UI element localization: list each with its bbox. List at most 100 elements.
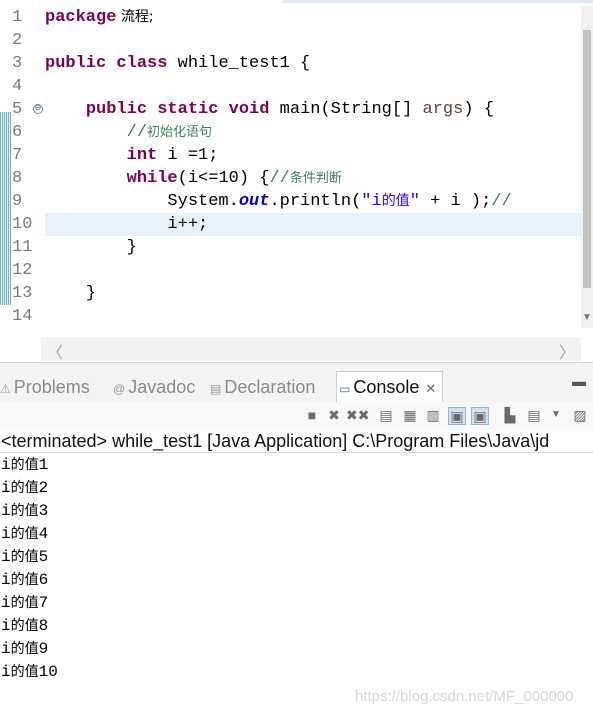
new-console-icon[interactable]: ▨ <box>572 407 588 423</box>
console-output-area[interactable]: <terminated> while_test1 [Java Applicati… <box>0 430 593 718</box>
tab-console[interactable]: ▭ Console ✕ <box>336 371 444 402</box>
tab-problems[interactable]: ⚠ Problems <box>0 375 90 399</box>
code-line-while[interactable]: while(i<=10) {//条件判断 <box>45 167 581 190</box>
code-line-close-brace[interactable]: } <box>45 282 581 305</box>
scroll-thumb[interactable] <box>583 30 591 288</box>
show-on-output-icon[interactable]: ▣ <box>448 407 466 425</box>
output-text: i <box>1 456 11 474</box>
code-text: i =1; <box>157 146 219 165</box>
line-number: 13 <box>12 284 33 303</box>
comment: // <box>126 123 148 142</box>
code-line-empty[interactable] <box>45 75 581 98</box>
comment: // <box>269 169 290 188</box>
output-text: 的值 <box>10 664 39 680</box>
string-literal: "i <box>361 192 382 211</box>
code-line-class[interactable]: public class while_test1 { <box>45 52 581 75</box>
code-line-empty[interactable] <box>45 259 581 282</box>
dropdown-icon[interactable]: ▼ <box>548 407 564 423</box>
show-on-error-icon[interactable]: ▣ <box>471 407 489 425</box>
output-text: i <box>1 617 11 635</box>
word-wrap-icon[interactable]: ▥ <box>425 407 441 423</box>
static-field: out <box>238 192 270 211</box>
output-number: 5 <box>38 548 49 566</box>
output-line: i的值6 <box>1 569 593 592</box>
output-text: i <box>1 479 11 497</box>
line-number: 9 <box>12 192 23 211</box>
scroll-right-icon[interactable]: 〉 <box>559 339 575 362</box>
code-line-println[interactable]: System.out.println("i的值" + i );// <box>45 190 581 213</box>
output-text: 的值 <box>10 572 39 588</box>
code-line-current[interactable]: i++; <box>45 213 581 236</box>
code-text: } <box>85 284 97 303</box>
keyword: while <box>126 169 178 188</box>
code-editor[interactable]: 1 2 3 4 5 ⊖ 6 7 8 9 10 11 12 13 14 packa… <box>0 0 593 362</box>
output-text: 的值 <box>10 641 39 657</box>
string-literal: " <box>409 192 420 211</box>
pin-console-icon[interactable]: ▙ <box>502 407 518 423</box>
scroll-down-icon[interactable]: ▼ <box>582 312 592 323</box>
output-line: i的值7 <box>1 592 593 615</box>
problems-icon: ⚠ <box>0 382 11 396</box>
scroll-lock-icon[interactable]: ▦ <box>402 407 418 423</box>
code-line-empty[interactable] <box>45 29 581 52</box>
code-line-comment[interactable]: //初始化语句 <box>45 121 581 144</box>
output-text: 的值 <box>10 457 39 473</box>
remove-all-terminated-icon[interactable]: ✖✖ <box>346 407 369 423</box>
code-line-main[interactable]: public static void main(String[] args) { <box>45 98 581 121</box>
keyword: public <box>45 54 107 73</box>
scroll-left-icon[interactable]: 〈 <box>47 339 63 362</box>
comment-text: 初始化语句 <box>147 125 213 140</box>
code-line-package[interactable]: package 流程; <box>45 6 581 29</box>
watermark: https://blog.csdn.net/MF_000000 <box>355 688 574 705</box>
line-number: 8 <box>12 169 23 188</box>
output-number: 7 <box>38 594 49 612</box>
line-number: 11 <box>12 238 33 257</box>
javadoc-icon: @ <box>113 382 126 396</box>
line-number: 1 <box>12 8 23 27</box>
code-line-close-brace[interactable]: } <box>45 236 581 259</box>
output-text: 的值 <box>10 595 39 611</box>
vertical-scrollbar[interactable]: ▼ <box>581 6 593 328</box>
minimize-icon[interactable]: ▬ <box>572 373 586 389</box>
output-text: i <box>1 571 11 589</box>
code-text: i++; <box>167 215 209 234</box>
terminate-icon[interactable]: ■ <box>304 407 320 423</box>
display-console-icon[interactable]: ▤ <box>526 407 542 423</box>
horizontal-scrollbar[interactable]: 〈 〉 <box>41 337 581 362</box>
tab-javadoc[interactable]: @ Javadoc <box>113 375 195 399</box>
output-number: 1 <box>38 456 49 474</box>
close-icon[interactable]: ✕ <box>425 381 436 396</box>
tab-label: Console <box>353 377 420 397</box>
console-toolbar: ■ ✖ ✖✖ ▤ ▦ ▥ ▣ ▣ ▙ ▤ ▼ ▨ <box>0 402 593 430</box>
code-area[interactable]: package 流程; public class while_test1 { p… <box>45 6 581 328</box>
output-number: 2 <box>38 479 49 497</box>
output-line: i的值10 <box>1 661 593 684</box>
output-text: i <box>1 525 11 543</box>
code-line-empty[interactable] <box>45 305 581 328</box>
code-text: + i ); <box>419 192 492 211</box>
code-text: (i<=10) { <box>177 169 270 188</box>
tab-label: Declaration <box>224 377 316 397</box>
console-icon: ▭ <box>339 382 351 396</box>
code-text: 流程; <box>116 9 154 25</box>
tab-declaration[interactable]: ▤ Declaration <box>210 375 315 399</box>
fold-collapse-icon[interactable]: ⊖ <box>33 104 43 114</box>
string-literal-text: 的值 <box>381 193 410 209</box>
code-line-int[interactable]: int i =1; <box>45 144 581 167</box>
keyword: static <box>157 100 219 119</box>
line-number: 10 <box>12 215 33 234</box>
line-number: 6 <box>12 123 23 142</box>
output-number: 9 <box>38 640 49 658</box>
output-line: i的值1 <box>1 454 593 477</box>
remove-launch-icon[interactable]: ✖ <box>326 407 342 423</box>
clear-console-icon[interactable]: ▤ <box>378 407 394 423</box>
line-number: 2 <box>12 31 23 50</box>
keyword: class <box>116 54 168 73</box>
line-number-text: 5 <box>12 100 23 119</box>
comment: // <box>491 192 512 211</box>
output-line: i的值3 <box>1 500 593 523</box>
